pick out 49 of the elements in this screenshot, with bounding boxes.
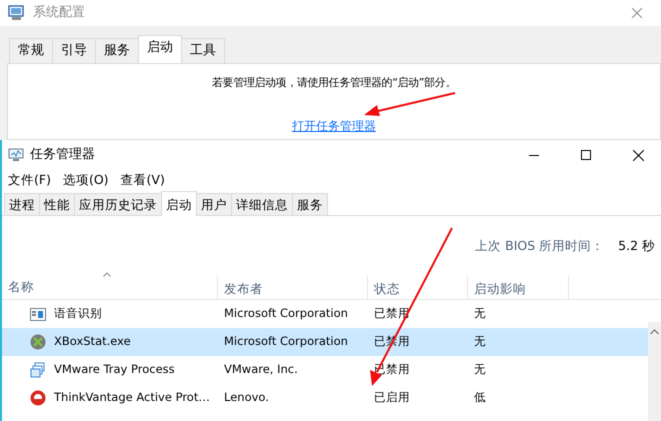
tab[interactable]: 服务 [292, 193, 328, 215]
table-cell: Microsoft Corporation [224, 306, 348, 320]
table-cell: Lenovo. [224, 390, 269, 404]
menu-item[interactable]: 选项(O) [62, 170, 109, 190]
table-cell-text: XBoxStat.exe [54, 333, 131, 350]
table-cell: Microsoft Corporation [224, 334, 348, 348]
sort-caret-icon [103, 272, 111, 277]
tab[interactable]: 详细信息 [231, 193, 293, 215]
maximize-icon[interactable] [581, 150, 591, 160]
monitor-icon [8, 148, 24, 162]
bios-time-value: 5.2 秒 [618, 236, 655, 255]
column-header[interactable]: 启动影响 [468, 276, 569, 299]
table-cell: 低 [474, 390, 486, 404]
menu-item[interactable]: 文件(F) [8, 170, 51, 190]
window-title: 任务管理器 [30, 146, 95, 164]
squares-icon [30, 362, 46, 378]
tab[interactable]: 工具 [181, 38, 225, 62]
minimize-icon[interactable] [529, 154, 539, 156]
tab[interactable]: 常规 [9, 38, 53, 62]
scroll-up-icon[interactable] [650, 328, 659, 335]
table-row[interactable]: ThinkVantage Active Prot… Lenovo. 已启用 低 [2, 384, 648, 412]
column-header[interactable]: 发布者 [218, 276, 368, 299]
tab[interactable]: 启动 [138, 35, 182, 62]
sphere-icon [30, 334, 46, 350]
table-cell: 已启用 [374, 390, 410, 404]
table-cell: 无 [474, 306, 486, 320]
column-header[interactable]: 名称 [2, 276, 218, 299]
ring-icon [30, 390, 46, 406]
table-cell: 无 [474, 362, 486, 376]
tab[interactable]: 性能 [39, 193, 75, 215]
table-cell-text: VMware Tray Process [54, 361, 175, 378]
bios-time-label: 上次 BIOS 所用时间： [475, 236, 604, 255]
tab[interactable]: 进程 [4, 193, 40, 215]
tab[interactable]: 启动 [161, 191, 197, 216]
window-title: 系统配置 [33, 4, 85, 22]
scrollbar[interactable] [648, 322, 661, 421]
menu-item[interactable]: 查看(V) [120, 170, 165, 190]
open-task-manager-link[interactable]: 打开任务管理器 [292, 117, 376, 135]
tab[interactable]: 应用历史记录 [74, 193, 162, 215]
tab[interactable]: 用户 [196, 193, 232, 215]
table-cell: VMware, Inc. [224, 362, 298, 376]
column-header[interactable]: 状态 [368, 276, 468, 299]
app-icon [8, 5, 25, 21]
table-cell: 无 [474, 334, 486, 348]
message-text: 若要管理启动项，请使用任务管理器的“启动”部分。 [212, 74, 456, 90]
table-cell-text: ThinkVantage Active Prot… [54, 389, 210, 406]
close-icon[interactable] [632, 150, 644, 160]
table-cell-text: 语音识别 [54, 305, 102, 322]
window-icon [30, 308, 46, 320]
